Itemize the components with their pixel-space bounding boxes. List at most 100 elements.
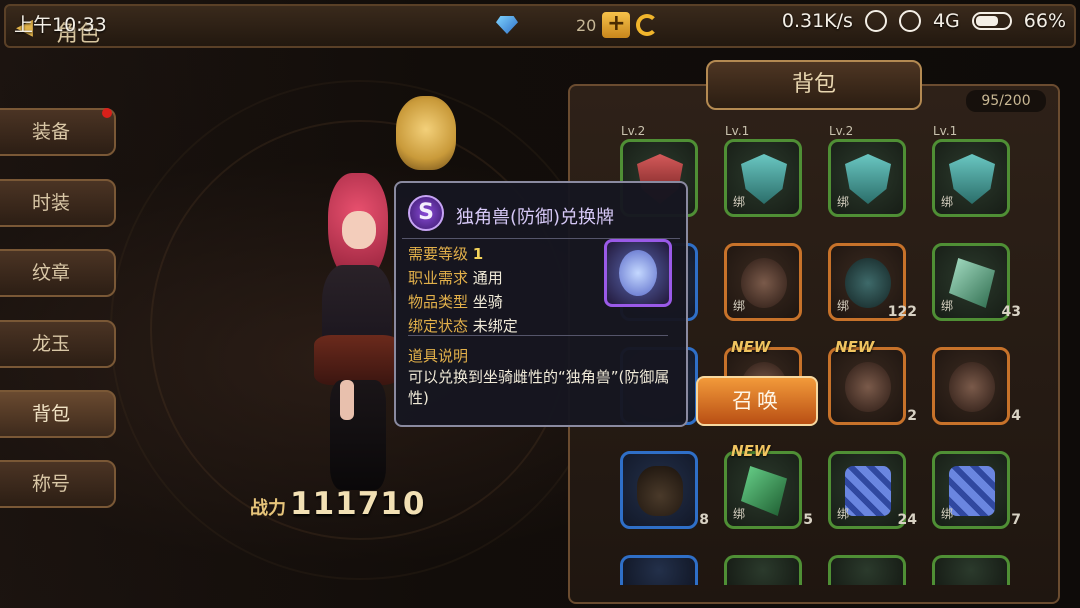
status-bar-right: 0.31K/s 4G 66% xyxy=(782,10,1066,32)
diamond-icon xyxy=(496,16,518,34)
tooltip-divider xyxy=(408,335,668,336)
tab-emblem[interactable]: 纹章 xyxy=(0,249,116,297)
tab-dragon-jade[interactable]: 龙玉 xyxy=(0,320,116,368)
character-leg-skin xyxy=(340,380,354,420)
bound-label: 绑 xyxy=(733,507,746,521)
blue-cube-icon xyxy=(845,466,891,516)
mute-icon xyxy=(864,10,887,32)
item-name: 独角兽(防御)兑换牌 xyxy=(456,207,615,228)
item-type: 物品类型 坐骑 xyxy=(408,291,503,312)
job-req-label: 职业需求 xyxy=(408,269,469,287)
character-face xyxy=(342,211,376,249)
item-quantity: 5 xyxy=(803,512,813,528)
bound-label: 绑 xyxy=(941,195,954,209)
item-quantity: 4 xyxy=(1011,408,1021,424)
level-req-value: 1 xyxy=(472,245,484,263)
crystal-shard-icon xyxy=(949,258,995,308)
inventory-slot[interactable]: 绑 7 xyxy=(932,451,1021,529)
bound-label: 绑 xyxy=(837,299,850,313)
job-req-value: 通用 xyxy=(472,269,503,287)
inventory-slot[interactable]: 绑 24 xyxy=(828,451,917,529)
alert-shield-icon xyxy=(845,154,891,204)
diamond-amount: 20 xyxy=(576,15,597,35)
bound-label: 绑 xyxy=(837,195,850,209)
description-text: 可以兑换到坐骑雌性的“独角兽”(防御属性) xyxy=(408,368,670,407)
item-level: Lv.2 xyxy=(621,124,646,138)
inventory-slot[interactable] xyxy=(620,555,698,585)
description-title: 道具说明 xyxy=(408,347,469,365)
item-quantity: 43 xyxy=(1001,304,1021,320)
item-type-value: 坐骑 xyxy=(472,293,503,311)
inventory-slot[interactable]: 8 xyxy=(620,451,709,529)
tooltip-header: S 独角兽(防御)兑换牌 xyxy=(402,189,680,239)
green-crystal-icon xyxy=(741,466,787,516)
inventory-slot[interactable]: Lv.2 绑 xyxy=(828,124,906,217)
tab-fashion[interactable]: 时装 xyxy=(0,179,116,227)
tab-label: 时装 xyxy=(32,192,71,214)
inventory-slot[interactable]: 4 xyxy=(932,347,1021,425)
network-type: 4G xyxy=(932,10,960,32)
item-level: Lv.2 xyxy=(829,124,854,138)
notification-dot-icon xyxy=(102,108,112,118)
inventory-slot[interactable] xyxy=(828,555,906,585)
level-req-label: 需要等级 xyxy=(408,245,469,263)
diamond-currency: 20 + xyxy=(496,12,659,38)
bind-state-value: 未绑定 xyxy=(472,317,518,335)
summon-button[interactable]: 召唤 xyxy=(696,376,818,426)
cooking-pot-icon xyxy=(637,466,683,516)
inventory-slot[interactable] xyxy=(932,555,1010,585)
bind-state-label: 绑定状态 xyxy=(408,317,469,335)
item-quantity: 122 xyxy=(887,304,917,320)
pet-avatar[interactable] xyxy=(396,96,456,170)
new-badge: NEW xyxy=(835,338,875,356)
bound-label: 绑 xyxy=(733,195,746,209)
combat-power: 战力 111710 xyxy=(250,486,470,522)
add-diamond-button[interactable]: + xyxy=(602,12,631,38)
item-level: Lv.1 xyxy=(725,124,750,138)
network-speed: 0.31K/s xyxy=(781,10,853,32)
inventory-slot[interactable]: 绑 xyxy=(724,243,802,321)
tab-bag[interactable]: 背包 xyxy=(0,390,116,438)
rarity-badge: S xyxy=(408,195,444,231)
item-type-label: 物品类型 xyxy=(408,293,469,311)
inventory-slot[interactable]: NEW 2 xyxy=(828,338,917,425)
unicorn-token-icon xyxy=(604,239,672,307)
tab-label: 龙玉 xyxy=(32,333,71,355)
alarm-icon xyxy=(898,10,921,32)
dark-crest-icon xyxy=(845,258,891,308)
inventory-slot[interactable] xyxy=(724,555,802,585)
dark-stone-icon xyxy=(949,362,995,412)
status-time: 上午10:33 xyxy=(14,14,107,36)
inventory-slot[interactable]: 绑 122 xyxy=(828,243,917,321)
inventory-slot[interactable]: 绑 43 xyxy=(932,243,1021,321)
new-badge: NEW xyxy=(731,338,771,356)
item-quantity: 24 xyxy=(897,512,917,528)
tab-label: 纹章 xyxy=(32,262,71,284)
item-level: Lv.1 xyxy=(933,124,958,138)
bound-label: 绑 xyxy=(941,299,954,313)
horned-helmet-icon xyxy=(741,258,787,308)
combat-power-value: 111710 xyxy=(290,486,426,522)
bound-label: 绑 xyxy=(837,507,850,521)
bag-title: 背包 xyxy=(706,60,922,110)
inventory-slot[interactable]: NEW 绑 5 xyxy=(724,442,813,529)
inventory-slot[interactable]: Lv.1 绑 xyxy=(724,124,802,217)
bind-state: 绑定状态 未绑定 xyxy=(408,315,518,336)
character-belt xyxy=(314,335,400,385)
item-quantity: 8 xyxy=(699,512,709,528)
tab-label: 称号 xyxy=(32,473,71,495)
level-requirement: 需要等级 1 xyxy=(408,243,483,264)
tab-label: 背包 xyxy=(32,403,71,425)
combat-power-label: 战力 xyxy=(250,498,286,519)
battery-icon xyxy=(971,12,1012,30)
blue-cube-icon xyxy=(949,466,995,516)
bag-capacity: 95/200 xyxy=(966,90,1046,112)
inventory-slot[interactable]: Lv.1 绑 xyxy=(932,124,1010,217)
refresh-icon[interactable] xyxy=(636,14,659,36)
claw-gauntlet-icon xyxy=(845,362,891,412)
tab-equipment[interactable]: 装备 xyxy=(0,108,116,156)
bound-label: 绑 xyxy=(733,299,746,313)
new-badge: NEW xyxy=(731,442,771,460)
alert-shield-icon xyxy=(949,154,995,204)
tab-title[interactable]: 称号 xyxy=(0,460,116,508)
